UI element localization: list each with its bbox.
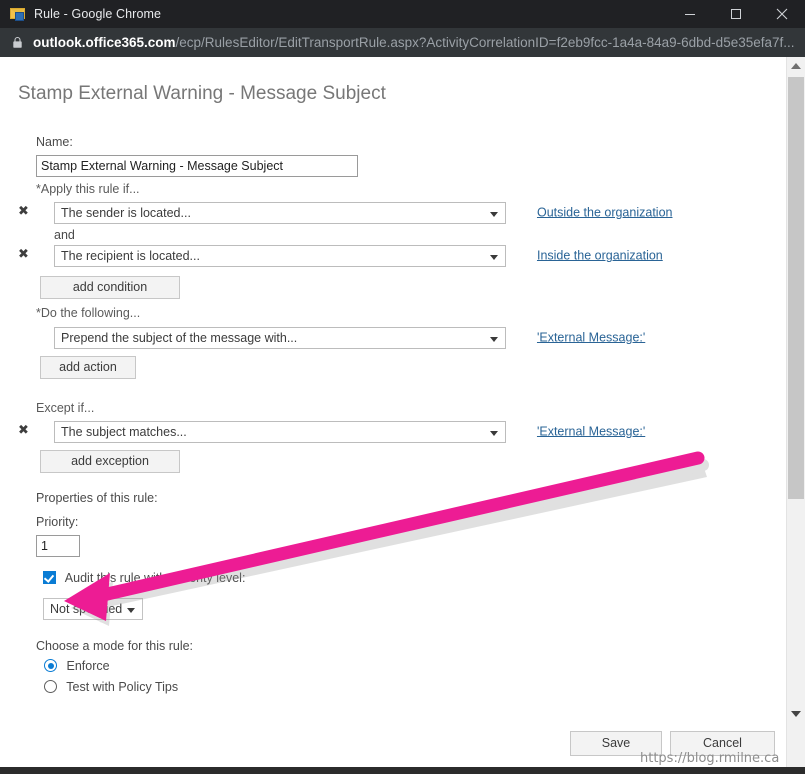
condition-joiner-label: and [54, 228, 75, 242]
severity-level-select[interactable]: Not specified [43, 598, 143, 620]
chevron-down-icon [490, 337, 498, 342]
condition-predicate-value-0: The sender is located... [61, 206, 191, 220]
name-input[interactable] [36, 155, 358, 177]
chrome-window: Rule - Google Chrome outlook.office365.c… [0, 0, 805, 774]
lock-icon [12, 36, 23, 49]
rule-editor-form: Name: *Apply this rule if... ✖ The sende… [0, 135, 785, 701]
add-exception-button[interactable]: add exception [40, 450, 180, 473]
condition-value-link-0[interactable]: Outside the organization [537, 205, 673, 219]
condition-predicate-value-1: The recipient is located... [61, 249, 200, 263]
url-host: outlook.office365.com [33, 35, 176, 50]
mode-label-enforce: Enforce [66, 659, 110, 673]
chevron-down-icon [127, 608, 135, 613]
apply-this-rule-if-label: *Apply this rule if... [36, 182, 140, 196]
window-titlebar: Rule - Google Chrome [0, 0, 805, 28]
window-controls [667, 0, 805, 28]
page-title: Stamp External Warning - Message Subject [18, 83, 386, 104]
chevron-down-icon [490, 431, 498, 436]
url-text: outlook.office365.com/ecp/RulesEditor/Ed… [33, 35, 795, 50]
url-path: /ecp/RulesEditor/EditTransportRule.aspx?… [175, 35, 795, 50]
page-viewport: Stamp External Warning - Message Subject… [0, 57, 805, 767]
delete-x-icon[interactable]: ✖ [18, 248, 29, 262]
exception-predicate-value-0: The subject matches... [61, 425, 187, 439]
do-the-following-label: *Do the following... [36, 306, 141, 320]
priority-label: Priority: [36, 515, 79, 529]
name-label: Name: [36, 135, 73, 149]
action-value-link-0[interactable]: 'External Message:' [537, 330, 645, 344]
priority-input[interactable] [36, 535, 80, 557]
watermark: https://blog.rmilne.ca [640, 751, 780, 766]
scrollbar-thumb[interactable] [788, 77, 804, 499]
audit-this-rule-label: Audit this rule with severity level: [64, 571, 246, 585]
chevron-down-icon [490, 255, 498, 260]
scroll-up-arrow-icon[interactable] [787, 57, 805, 75]
condition-predicate-select-1[interactable]: The recipient is located... [54, 245, 506, 267]
action-predicate-value-0: Prepend the subject of the message with.… [61, 331, 298, 345]
exception-value-link-0[interactable]: 'External Message:' [537, 424, 645, 438]
properties-of-this-rule-label: Properties of this rule: [36, 491, 158, 505]
delete-x-icon[interactable]: ✖ [18, 205, 29, 219]
window-title: Rule - Google Chrome [34, 7, 162, 21]
chevron-down-icon [490, 212, 498, 217]
address-bar[interactable]: outlook.office365.com/ecp/RulesEditor/Ed… [0, 28, 805, 57]
add-action-button[interactable]: add action [40, 356, 136, 379]
condition-value-link-1[interactable]: Inside the organization [537, 248, 663, 262]
mode-radio-test-with-policy-tips[interactable] [44, 680, 57, 693]
vertical-scrollbar[interactable] [786, 57, 805, 767]
action-predicate-select-0[interactable]: Prepend the subject of the message with.… [54, 327, 506, 349]
condition-predicate-select-0[interactable]: The sender is located... [54, 202, 506, 224]
scroll-down-arrow-icon[interactable] [787, 705, 805, 723]
delete-x-icon[interactable]: ✖ [18, 424, 29, 438]
audit-this-rule-checkbox[interactable] [43, 571, 56, 584]
maximize-icon[interactable] [713, 0, 759, 28]
mode-label-test-with-policy-tips: Test with Policy Tips [66, 680, 179, 694]
mail-rule-icon [10, 6, 26, 22]
exception-predicate-select-0[interactable]: The subject matches... [54, 421, 506, 443]
mode-radio-enforce[interactable] [44, 659, 57, 672]
title-divider [0, 129, 785, 130]
choose-mode-label: Choose a mode for this rule: [36, 639, 194, 653]
minimize-icon[interactable] [667, 0, 713, 28]
close-icon[interactable] [759, 0, 805, 28]
add-condition-button[interactable]: add condition [40, 276, 180, 299]
except-if-label: Except if... [36, 401, 95, 415]
severity-level-value: Not specified [50, 602, 123, 616]
